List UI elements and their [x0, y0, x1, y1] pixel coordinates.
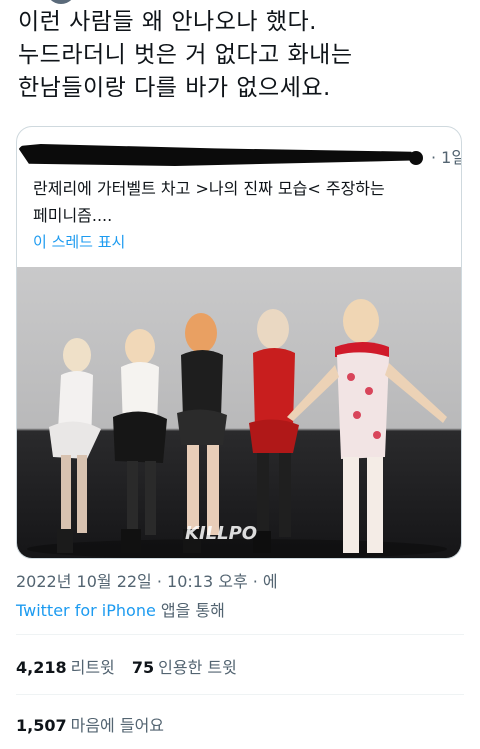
tweet-text-line: 한남들이랑 다를 바가 없으세요. [18, 75, 331, 101]
quoted-tweet-header: · 1일 [17, 127, 461, 171]
author-avatar[interactable] [46, 0, 76, 4]
quoted-tweet-card[interactable]: · 1일 란제리에 가터벨트 차고 >나의 진짜 모습< 주장하는 페미니즘..… [16, 126, 462, 559]
retweets-stat[interactable]: 4,218 리트윗 [16, 658, 115, 677]
likes-stat[interactable]: 1,507 마음에 들어요 [16, 712, 164, 736]
tweet-timestamp[interactable]: 2022년 10월 22일 · 10:13 오후 · 에 [16, 568, 278, 592]
quoted-tweet-text: 란제리에 가터벨트 차고 >나의 진짜 모습< 주장하는 페미니즘.... [33, 175, 453, 229]
quoted-tweet-text-line: 란제리에 가터벨트 차고 >나의 진짜 모습< 주장하는 [33, 179, 385, 198]
performers-photo: KILLPO [27, 299, 447, 558]
divider [16, 634, 464, 635]
source-suffix: 앱을 통해 [155, 601, 225, 620]
source-app-link[interactable]: Twitter for iPhone [16, 601, 156, 620]
quotes-label: 인용한 트윗 [158, 658, 237, 677]
quoted-tweet-time[interactable]: · 1일 [431, 144, 461, 168]
likes-count: 1,507 [16, 716, 67, 735]
divider [16, 694, 464, 695]
performer-figure [287, 299, 447, 553]
redacted-author-scribble-end [409, 151, 423, 165]
quotes-count: 75 [131, 658, 155, 677]
tweet-source: Twitter for iPhone 앱을 통해 [16, 597, 225, 621]
quote-tweets-stat[interactable]: 75 인용한 트윗 [132, 658, 237, 677]
performer-figure [49, 338, 101, 553]
tweet-text-line: 이런 사람들 왜 안나오나 했다. [18, 9, 317, 35]
retweets-label: 리트윗 [70, 658, 115, 677]
redacted-author-scribble [17, 144, 412, 166]
performer-figure [177, 313, 227, 553]
show-thread-link[interactable]: 이 스레드 표시 [33, 231, 125, 252]
performer-figure [113, 329, 167, 553]
media-watermark: KILLPO [185, 523, 257, 544]
quoted-tweet-text-line: 페미니즘.... [33, 206, 113, 225]
retweets-count: 4,218 [16, 658, 67, 677]
performer-figure [249, 309, 299, 553]
engagement-stats: 4,218 리트윗 75 인용한 트윗 [16, 654, 249, 678]
tweet-text-line: 누드라더니 벗은 거 없다고 화내는 [18, 42, 353, 68]
likes-label: 마음에 들어요 [70, 716, 165, 735]
tweet-text: 이런 사람들 왜 안나오나 했다. 누드라더니 벗은 거 없다고 화내는 한남들… [18, 6, 468, 105]
quoted-tweet-media[interactable]: KILLPO [17, 267, 461, 558]
